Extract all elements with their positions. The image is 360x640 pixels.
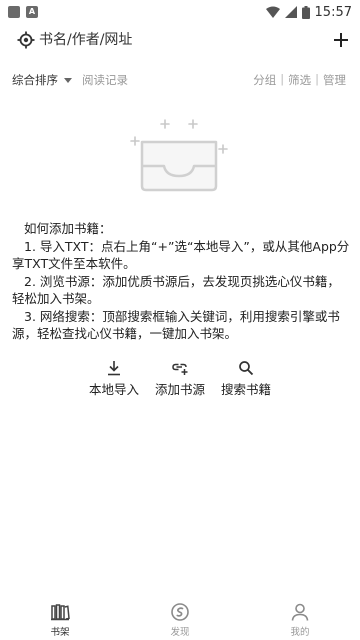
dropdown-arrow-icon — [64, 77, 72, 83]
help-title: 如何添加书籍： — [24, 221, 112, 236]
filter-bar: 综合排序 阅读记录 分组 | 筛选 | 管理 — [0, 70, 360, 90]
top-bar — [0, 24, 360, 56]
tab-profile[interactable]: 我的 — [270, 602, 330, 638]
notification-icon — [8, 6, 20, 18]
search-books-label: 搜索书籍 — [221, 382, 272, 397]
battery-icon — [301, 5, 310, 19]
separator: | — [280, 72, 285, 86]
bookshelf-icon — [51, 604, 70, 621]
tab-bookshelf-label: 书架 — [50, 627, 70, 638]
help-step-search: 3. 网络搜索：顶部搜索框输入关键词，利用搜索引擎或书源，轻松查找心仪书籍，一键… — [12, 308, 340, 342]
status-bar: A 15:57 — [0, 0, 360, 24]
help-step-import: 1. 导入TXT：点右上角“+”选“本地导入”，或从其他App分享TXT文件至本… — [12, 238, 350, 272]
locate-icon[interactable] — [17, 31, 35, 49]
search-books-button[interactable]: 搜索书籍 — [221, 360, 271, 398]
download-icon — [108, 361, 120, 376]
shelf-actions: 分组 | 筛选 | 管理 — [253, 72, 346, 88]
local-import-button[interactable]: 本地导入 — [89, 360, 139, 398]
notification-a-icon: A — [26, 6, 38, 18]
separator: | — [315, 72, 319, 86]
group-link[interactable]: 分组 — [253, 72, 276, 88]
sort-label: 综合排序 — [12, 73, 58, 87]
bottom-tab-bar: 书架 发现 我的 — [0, 598, 360, 640]
empty-inbox-icon — [130, 119, 228, 192]
signal-icon — [284, 6, 297, 18]
tab-discover-label: 发现 — [170, 627, 190, 638]
help-step-browse: 2. 浏览书源：添加优质书源后，去发现页挑选心仪书籍，轻松加入书架。 — [12, 273, 340, 307]
link-add-icon — [172, 363, 188, 375]
tab-profile-label: 我的 — [290, 627, 310, 638]
discover-icon — [171, 603, 189, 621]
search-input[interactable] — [39, 29, 299, 51]
add-book-button[interactable] — [331, 30, 351, 50]
search-icon — [239, 361, 254, 376]
reading-history-link[interactable]: 阅读记录 — [82, 72, 128, 88]
filter-link[interactable]: 筛选 — [288, 72, 311, 88]
add-books-help: 如何添加书籍： 1. 导入TXT：点右上角“+”选“本地导入”，或从其他App分… — [12, 220, 352, 343]
tab-discover[interactable]: 发现 — [150, 602, 210, 638]
manage-link[interactable]: 管理 — [323, 72, 346, 88]
tab-bookshelf[interactable]: 书架 — [30, 602, 90, 638]
add-source-button[interactable]: 添加书源 — [155, 360, 205, 398]
clock: 15:57 — [314, 4, 352, 20]
local-import-label: 本地导入 — [89, 382, 140, 397]
add-source-label: 添加书源 — [155, 382, 206, 397]
person-icon — [291, 603, 309, 621]
sort-dropdown[interactable]: 综合排序 — [12, 72, 72, 88]
wifi-icon — [265, 6, 280, 18]
